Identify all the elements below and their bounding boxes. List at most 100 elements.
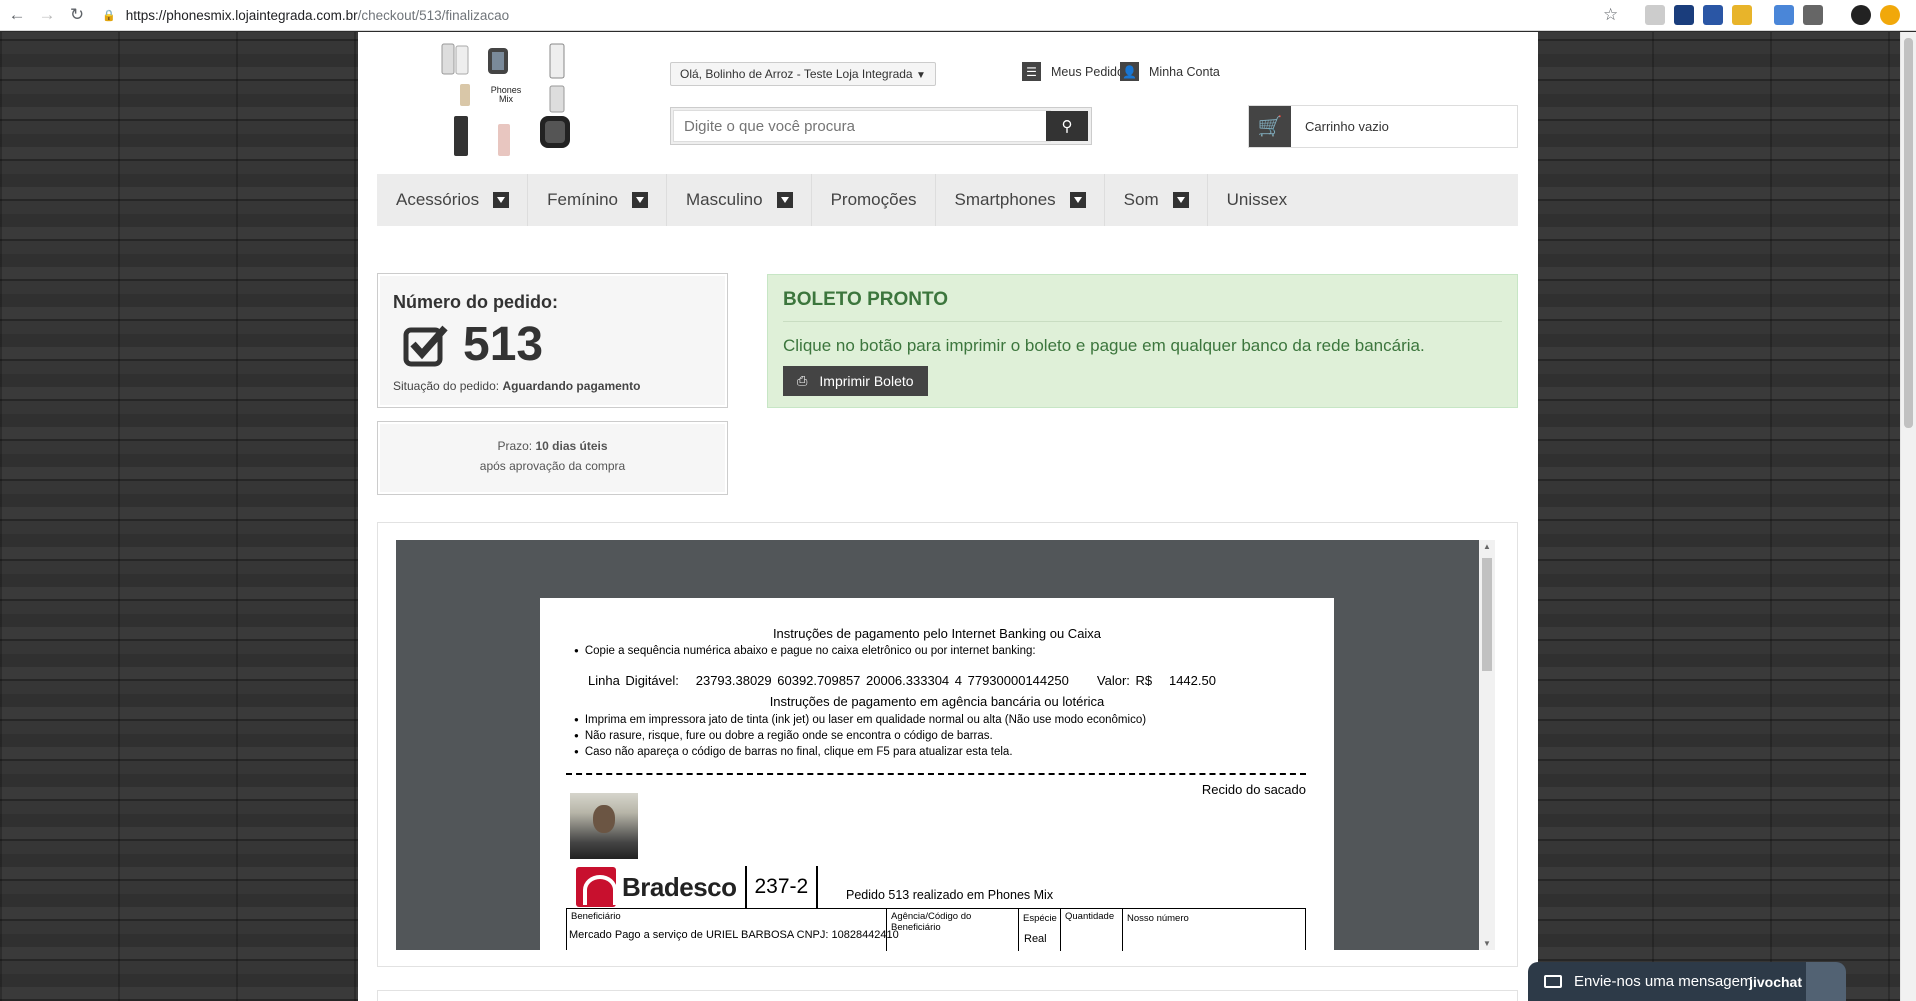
- chat-brand: jivochat: [1749, 973, 1802, 990]
- extension-icon[interactable]: [1732, 5, 1752, 25]
- checkbox-checked-icon: [403, 322, 449, 368]
- agencia-cell: Agência/Código do Beneficiário: [887, 909, 1019, 951]
- quantidade-cell: Quantidade: [1061, 909, 1123, 951]
- category-menu: Acessórios Femínino Masculino Promoções …: [377, 174, 1518, 226]
- valor-value: 1442.50: [1168, 673, 1216, 688]
- menu-item-som[interactable]: Som: [1105, 174, 1208, 226]
- linha-digitavel: Linha Digitável: 23793.38029 60392.70985…: [588, 673, 1216, 688]
- caret-down-icon: [632, 192, 649, 208]
- back-icon[interactable]: ←: [6, 4, 28, 26]
- chat-label: Envie-nos uma mensagem: [1574, 973, 1753, 990]
- order-number-title: Número do pedido:: [393, 292, 558, 312]
- search-input[interactable]: [673, 110, 1051, 142]
- my-orders-label: Meus Pedidos: [1051, 64, 1131, 79]
- user-greeting-dropdown[interactable]: Olá, Bolinho de Arroz - Teste Loja Integ…: [670, 62, 936, 86]
- order-number: 513: [463, 318, 544, 371]
- greeting-text: Olá, Bolinho de Arroz - Teste Loja Integ…: [680, 67, 913, 81]
- menu-item-label: Som: [1123, 190, 1159, 209]
- especie-value: Real: [1024, 933, 1047, 945]
- boleto-ready-alert: BOLETO PRONTO Clique no botão para impri…: [767, 274, 1518, 408]
- instruction-item: Não rasure, risque, fure ou dobre a regi…: [574, 730, 993, 742]
- print-boleto-button[interactable]: ⎙ Imprimir Boleto: [783, 366, 928, 396]
- bradesco-logo-icon: [576, 867, 617, 907]
- order-status-label: Situação do pedido:: [393, 379, 500, 393]
- prazo-note: após aprovação da compra: [479, 459, 626, 473]
- recido-do-sacado: Recido do sacado: [1201, 782, 1306, 797]
- nosso-numero-cell: Nosso número: [1123, 909, 1306, 951]
- user-icon: 👤: [1120, 62, 1139, 81]
- extension-icon[interactable]: [1703, 5, 1723, 25]
- chevron-down-icon: ▼: [915, 70, 926, 81]
- extension-icon[interactable]: [1880, 5, 1900, 25]
- my-account-label: Minha Conta: [1149, 64, 1220, 79]
- beneficiario-cell: Beneficiário Mercado Pago a serviço de UR…: [567, 909, 899, 951]
- agencia-heading: Instruções de pagamento em agência bancá…: [769, 694, 1105, 709]
- instruction-item: Copie a sequência numérica abaixo e pagu…: [574, 645, 1036, 657]
- menu-item-label: Femínino: [547, 190, 619, 209]
- url-path: /checkout/513/finalizacao: [357, 7, 510, 23]
- menu-item-unissex[interactable]: Unissex: [1208, 174, 1305, 226]
- avatar[interactable]: [1851, 5, 1871, 25]
- search-button[interactable]: ⚲: [1046, 111, 1088, 141]
- menu-item-promocoes[interactable]: Promoções: [812, 174, 936, 226]
- address-bar[interactable]: 🔒 https://phonesmix.lojaintegrada.com.br…: [102, 8, 509, 23]
- menu-item-masculino[interactable]: Masculino: [667, 174, 812, 226]
- caret-down-icon: [493, 192, 510, 208]
- extension-icon[interactable]: [1645, 5, 1665, 25]
- col-label: Nosso número: [1127, 913, 1189, 924]
- prazo-label: Prazo:: [497, 439, 533, 453]
- col-label: Espécie: [1023, 913, 1057, 924]
- linha-value: 23793.38029 60392.709857 20006.333304 4 …: [695, 673, 1069, 688]
- boleto-instructions: Clique no botão para imprimir o boleto e…: [783, 336, 1425, 355]
- col-label: Agência/Código do Beneficiário: [891, 911, 972, 933]
- browser-toolbar: ← → ↻ 🔒 https://phonesmix.lojaintegrada.…: [0, 0, 1916, 31]
- store-logo[interactable]: Phones Mix: [440, 42, 575, 162]
- search-icon: ⚲: [1061, 118, 1073, 135]
- my-account-link[interactable]: 👤 Minha Conta: [1120, 62, 1220, 81]
- delivery-time-box: Prazo: 10 dias úteis após aprovação da c…: [377, 421, 728, 495]
- bank-code: 237-2: [754, 875, 809, 898]
- reload-icon[interactable]: ↻: [66, 4, 88, 26]
- url-host: https://phonesmix.lojaintegrada.com.br: [125, 7, 358, 23]
- extension-icon[interactable]: [1774, 5, 1794, 25]
- boleto-scrollbar[interactable]: ▲ ▼: [1479, 540, 1495, 950]
- lock-icon: 🔒: [102, 9, 116, 22]
- instruction-item: Imprima em impressora jato de tinta (ink…: [574, 714, 1146, 726]
- search-box: ⚲: [670, 107, 1092, 145]
- extension-icon[interactable]: [1803, 5, 1823, 25]
- menu-item-smartphones[interactable]: Smartphones: [936, 174, 1105, 226]
- col-label: Beneficiário: [571, 911, 621, 922]
- prazo-value: 10 dias úteis: [535, 439, 608, 453]
- page-scrollbar[interactable]: [1900, 32, 1916, 1001]
- boleto-table: Beneficiário Mercado Pago a serviço de UR…: [566, 908, 1306, 951]
- menu-item-acessorios[interactable]: Acessórios: [377, 174, 529, 226]
- boleto-viewer[interactable]: Instruções de pagamento pelo Internet Ba…: [396, 540, 1479, 951]
- valor-label: Valor: R$: [1096, 673, 1153, 688]
- menu-item-label: Smartphones: [954, 190, 1056, 209]
- linha-label: Linha Digitável:: [588, 673, 679, 688]
- col-label: Quantidade: [1065, 911, 1115, 922]
- customer-photo: [570, 793, 638, 859]
- menu-item-feminino[interactable]: Femínino: [528, 174, 668, 226]
- chat-avatar: [1806, 962, 1846, 1001]
- envelope-icon: [1544, 975, 1562, 988]
- boleto-frame: Instruções de pagamento pelo Internet Ba…: [377, 522, 1518, 967]
- chat-widget[interactable]: Envie-nos uma mensagem jivochat: [1528, 962, 1846, 1001]
- menu-item-label: Promoções: [830, 190, 917, 209]
- printer-icon: ⎙: [797, 373, 808, 388]
- star-icon[interactable]: ☆: [1603, 5, 1618, 25]
- menu-item-label: Unissex: [1226, 190, 1288, 209]
- order-status: Situação do pedido: Aguardando pagamento: [393, 379, 712, 393]
- cart-label: Carrinho vazio: [1305, 119, 1389, 134]
- menu-item-label: Masculino: [686, 190, 763, 209]
- list-icon: ☰: [1022, 62, 1041, 81]
- bank-name: Bradesco: [622, 871, 737, 902]
- my-orders-link[interactable]: ☰ Meus Pedidos: [1022, 62, 1130, 81]
- cut-line: [566, 773, 1306, 775]
- forward-icon[interactable]: →: [36, 4, 58, 26]
- order-number-box: Número do pedido: 513 Situação do pedido…: [377, 273, 728, 408]
- store-page: Phones Mix Olá, Bolinho de Arroz - Teste…: [358, 32, 1538, 1001]
- extension-icon[interactable]: [1674, 5, 1694, 25]
- cart-widget[interactable]: 🛒 Carrinho vazio: [1248, 105, 1518, 148]
- especie-cell: Espécie Real: [1019, 909, 1061, 951]
